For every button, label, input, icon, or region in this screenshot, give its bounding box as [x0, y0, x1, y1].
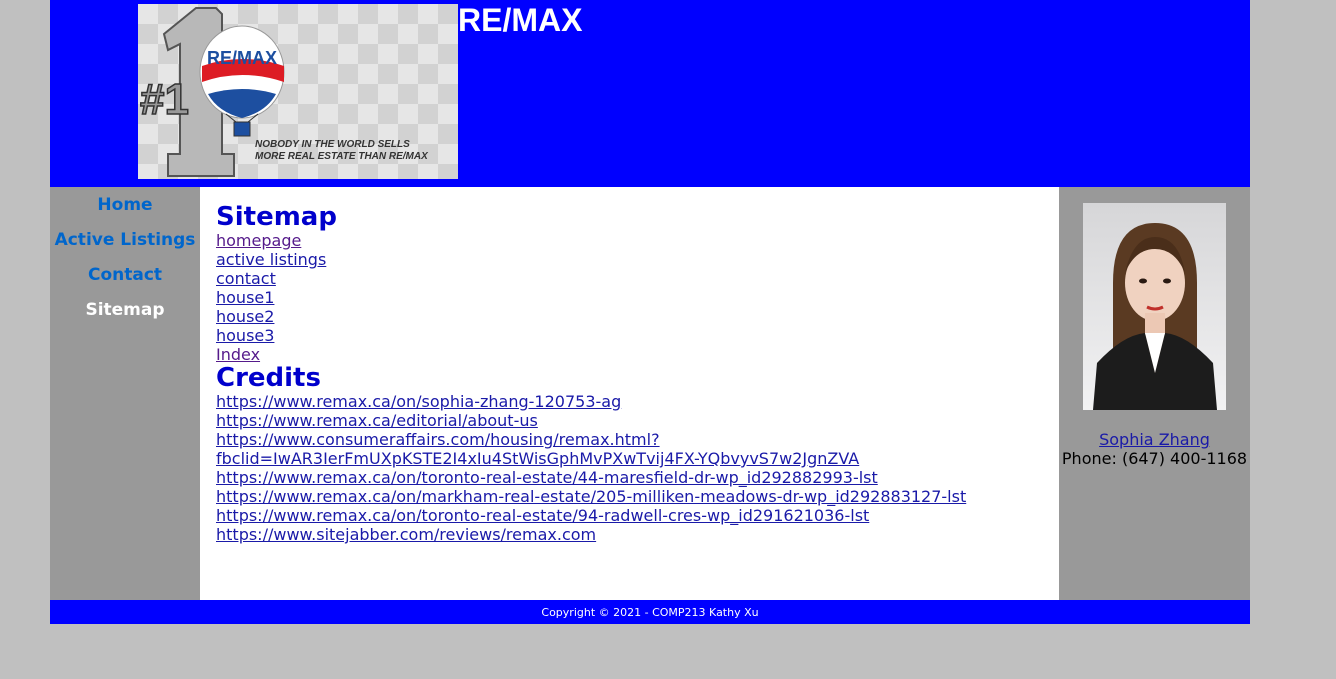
logo-number-text: #1	[140, 75, 189, 124]
nav-sitemap[interactable]: Sitemap	[50, 302, 200, 337]
copyright-text: Copyright © 2021 - COMP213 Kathy Xu	[541, 606, 759, 619]
logo-tagline-line2: MORE REAL ESTATE THAN RE/MAX	[255, 151, 429, 162]
header: #1 RE/MAX NOBODY IN THE WORLD SELLS MORE…	[50, 0, 1250, 187]
sitemap-link-house2[interactable]: house2	[216, 307, 1059, 326]
nav-active-listings[interactable]: Active Listings	[50, 232, 200, 267]
page-container: #1 RE/MAX NOBODY IN THE WORLD SELLS MORE…	[50, 0, 1250, 624]
agent-name-link[interactable]: Sophia Zhang	[1059, 430, 1250, 449]
credit-link[interactable]: https://www.remax.ca/on/markham-real-est…	[216, 487, 1059, 506]
nav-home[interactable]: Home	[50, 197, 200, 232]
agent-sidebar: Sophia Zhang Phone: (647) 400-1168	[1059, 187, 1250, 600]
content-columns: Home Active Listings Contact Sitemap Sit…	[50, 187, 1250, 600]
logo-tagline-line1: NOBODY IN THE WORLD SELLS	[255, 139, 410, 150]
remax-logo: #1 RE/MAX NOBODY IN THE WORLD SELLS MORE…	[138, 4, 458, 179]
nav-contact[interactable]: Contact	[50, 267, 200, 302]
credit-link[interactable]: https://www.remax.ca/editorial/about-us	[216, 411, 1059, 430]
sitemap-link-index[interactable]: Index	[216, 345, 1059, 364]
sitemap-link-homepage[interactable]: homepage	[216, 231, 1059, 250]
sitemap-link-house3[interactable]: house3	[216, 326, 1059, 345]
sitemap-link-active-listings[interactable]: active listings	[216, 250, 1059, 269]
footer: Copyright © 2021 - COMP213 Kathy Xu	[50, 600, 1250, 624]
balloon-brand-text: RE/MAX	[207, 48, 277, 68]
main-content: Sitemap homepage active listings contact…	[200, 187, 1059, 600]
credit-link[interactable]: https://www.sitejabber.com/reviews/remax…	[216, 525, 1059, 544]
credit-link[interactable]: https://www.remax.ca/on/toronto-real-est…	[216, 506, 1059, 525]
sitemap-link-contact[interactable]: contact	[216, 269, 1059, 288]
sitemap-heading: Sitemap	[216, 202, 337, 232]
credits-heading: Credits	[216, 363, 321, 393]
credit-link[interactable]: https://www.consumeraffairs.com/housing/…	[216, 430, 1059, 449]
credit-link[interactable]: https://www.remax.ca/on/toronto-real-est…	[216, 468, 1059, 487]
credit-link-continuation[interactable]: fbclid=IwAR3IerFmUXpKSTE2I4xIu4StWisGphM…	[216, 449, 1059, 468]
credit-link[interactable]: https://www.remax.ca/on/sophia-zhang-120…	[216, 392, 1059, 411]
agent-photo	[1083, 203, 1226, 410]
agent-phone: Phone: (647) 400-1168	[1061, 449, 1248, 468]
sidebar-nav: Home Active Listings Contact Sitemap	[50, 187, 200, 600]
sitemap-link-house1[interactable]: house1	[216, 288, 1059, 307]
remax-balloon-logo-graphic: #1 RE/MAX NOBODY IN THE WORLD SELLS MORE…	[139, 7, 429, 177]
site-title: RE/MAX	[458, 2, 583, 38]
